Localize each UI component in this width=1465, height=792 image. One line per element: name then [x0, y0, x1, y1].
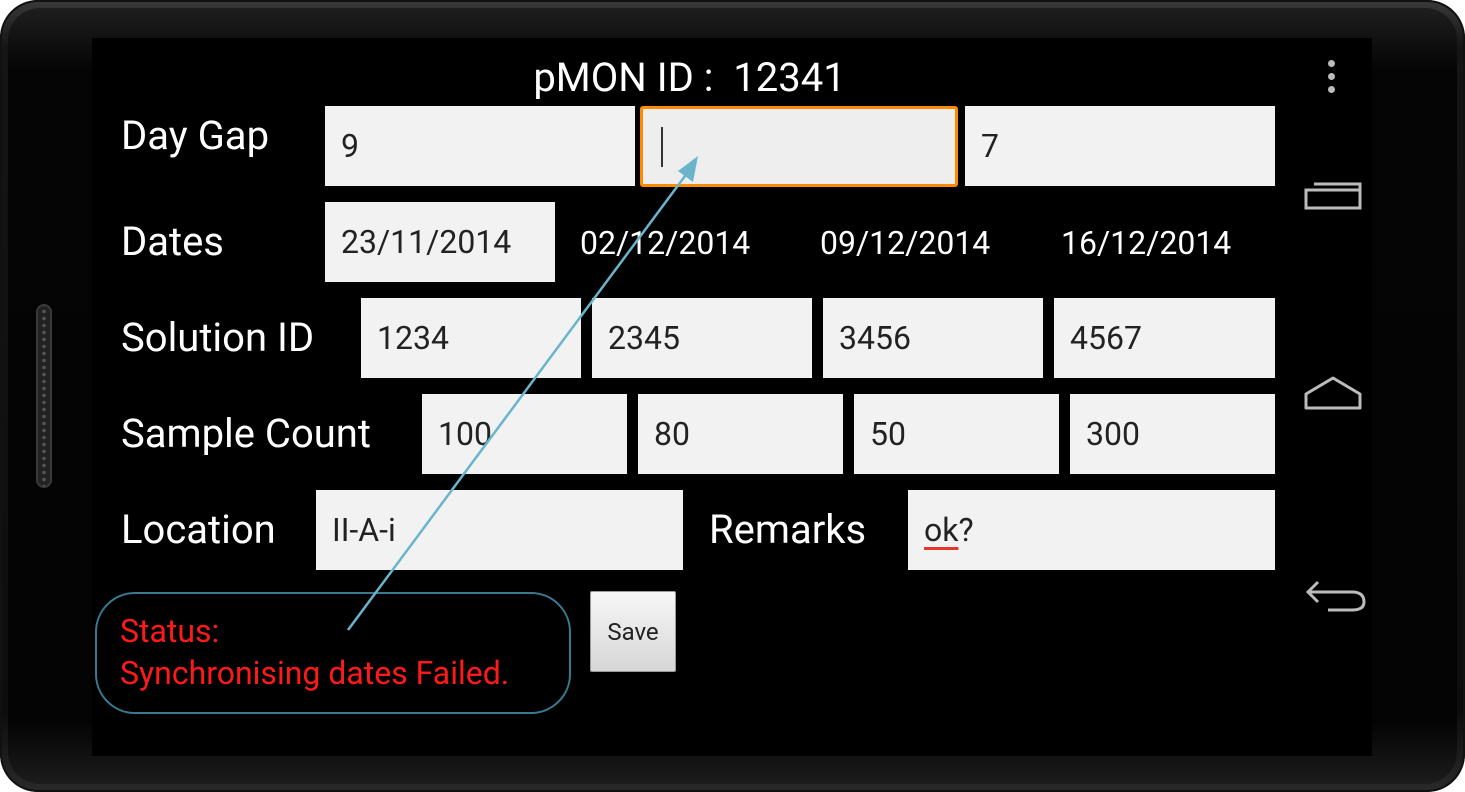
sample-count-field-1[interactable]: 100 [422, 394, 627, 474]
day-gap-field-2[interactable] [640, 106, 958, 187]
date-value-3: 09/12/2014 [820, 224, 991, 262]
start-date-field[interactable]: 23/11/2014 [325, 202, 555, 282]
device-frame: pMON ID : 12341 Day Gap 9 7 Dates 23/11/… [0, 0, 1465, 792]
text-cursor [661, 126, 663, 167]
overflow-menu-icon[interactable] [1325, 60, 1337, 96]
page-title: pMON ID : 12341 [533, 54, 846, 101]
sample-count-field-3[interactable]: 50 [854, 394, 1059, 474]
remarks-field[interactable]: ok? [908, 490, 1275, 570]
location-label: Location [121, 506, 276, 553]
app-screen: pMON ID : 12341 Day Gap 9 7 Dates 23/11/… [92, 38, 1372, 756]
day-gap-label: Day Gap [121, 112, 270, 159]
date-value-2: 02/12/2014 [580, 224, 751, 262]
speaker-grille [36, 304, 52, 488]
recent-apps-icon[interactable] [1300, 178, 1366, 214]
day-gap-field-3[interactable]: 7 [965, 106, 1275, 186]
date-value-4: 16/12/2014 [1061, 224, 1232, 262]
status-message: Status: Synchronising dates Failed. [120, 610, 509, 694]
solution-id-label: Solution ID [121, 314, 315, 361]
sample-count-label: Sample Count [121, 410, 371, 457]
home-icon[interactable] [1300, 372, 1366, 414]
dates-label: Dates [121, 218, 224, 265]
solution-id-field-1[interactable]: 1234 [361, 298, 581, 378]
location-field[interactable]: II-A-i [316, 490, 683, 570]
sample-count-field-2[interactable]: 80 [638, 394, 843, 474]
misspelled-word: ok [924, 511, 959, 549]
solution-id-field-4[interactable]: 4567 [1054, 298, 1275, 378]
solution-id-field-2[interactable]: 2345 [592, 298, 812, 378]
sample-count-field-4[interactable]: 300 [1070, 394, 1275, 474]
remarks-label: Remarks [709, 506, 867, 553]
solution-id-field-3[interactable]: 3456 [823, 298, 1043, 378]
day-gap-field-1[interactable]: 9 [325, 106, 635, 186]
back-icon[interactable] [1300, 574, 1370, 618]
status-detail: Synchronising dates Failed. [120, 654, 510, 692]
status-heading: Status: [120, 612, 220, 650]
save-button[interactable]: Save [590, 591, 676, 672]
